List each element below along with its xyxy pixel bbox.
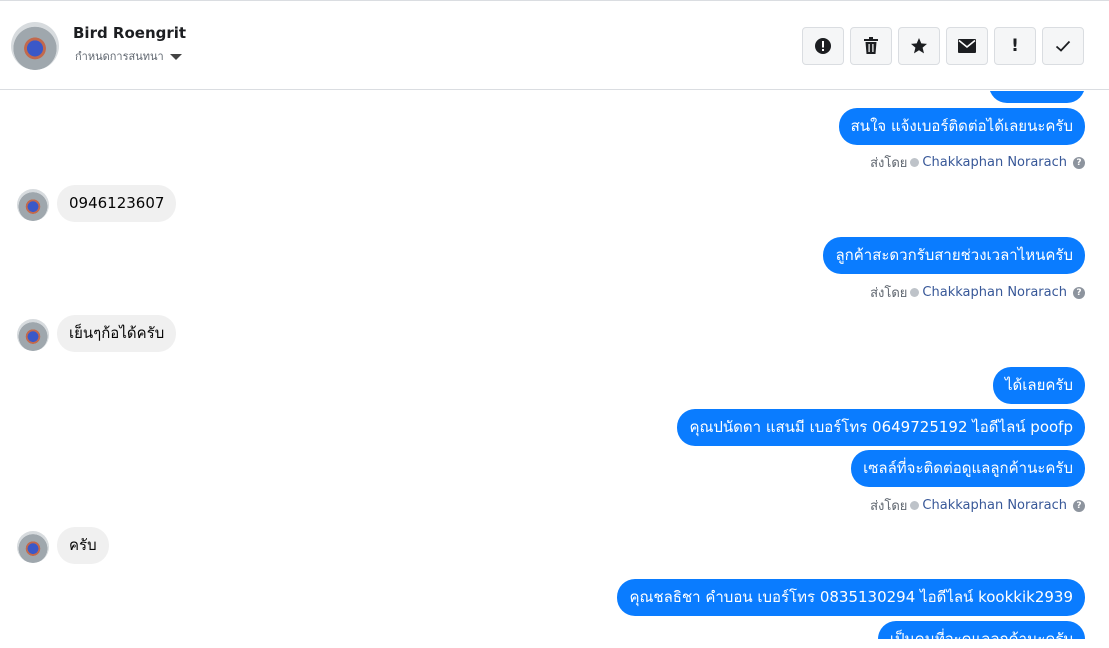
alert-circle-icon	[815, 38, 831, 54]
check-icon	[1055, 40, 1071, 52]
verified-check-icon	[910, 501, 920, 510]
incoming-message-bubble[interactable]: เย็นๆก้อได้ครับ	[57, 315, 177, 352]
outgoing-message-bubble[interactable]: คุณชลธิชา คำบอน เบอร์โทร 0835130294 ไอดี…	[617, 579, 1085, 616]
star-icon	[911, 38, 927, 54]
sent-by-label: ส่งโดย	[870, 499, 908, 514]
help-icon[interactable]: ?	[1073, 286, 1085, 299]
outgoing-message-bubble[interactable]: เซลล์ที่จะติดต่อดูแลลูกค้านะครับ	[851, 450, 1085, 487]
contact-name[interactable]: Bird Roengrit	[73, 24, 186, 42]
help-icon[interactable]: ?	[1073, 499, 1085, 512]
incoming-message-bubble[interactable]: 0946123607	[57, 185, 177, 222]
outgoing-message-bubble[interactable]: สนใจ แจ้งเบอร์ติดต่อได้เลยนะครับ	[838, 108, 1085, 145]
follow-up-button[interactable]: !	[994, 27, 1036, 65]
sent-by-label: ส่งโดย	[870, 286, 908, 301]
verified-check-icon	[910, 288, 920, 297]
sent-by-line: ส่งโดย Chakkaphan Norarach ?	[870, 282, 1085, 303]
caret-down-icon	[169, 53, 182, 60]
contact-avatar-small[interactable]	[17, 189, 49, 221]
help-icon[interactable]: ?	[1073, 156, 1085, 169]
report-spam-button[interactable]	[802, 27, 844, 65]
incoming-message-bubble[interactable]: ครับ	[57, 527, 109, 564]
sent-by-label: ส่งโดย	[870, 156, 908, 171]
conversation-toolbar: !	[802, 27, 1084, 65]
conversation-header: Bird Roengrit กำหนดการสนทนา !	[0, 0, 1109, 90]
mark-unread-button[interactable]	[946, 27, 988, 65]
star-button[interactable]	[898, 27, 940, 65]
exclamation-icon: !	[1011, 36, 1019, 56]
envelope-icon	[958, 39, 976, 53]
sent-by-line: ส่งโดย Chakkaphan Norarach ?	[870, 495, 1085, 516]
assign-conversation-label: กำหนดการสนทนา	[75, 50, 164, 63]
sender-name-link[interactable]: Chakkaphan Norarach	[922, 498, 1067, 513]
contact-avatar-small[interactable]	[17, 319, 49, 351]
outgoing-message-bubble[interactable]	[989, 91, 1085, 103]
outgoing-message-bubble[interactable]: ได้เลยครับ	[992, 367, 1085, 404]
contact-avatar[interactable]	[11, 22, 59, 70]
assign-conversation-dropdown[interactable]: กำหนดการสนทนา	[75, 47, 182, 65]
delete-button[interactable]	[850, 27, 892, 65]
contact-avatar-small[interactable]	[17, 531, 49, 563]
outgoing-message-bubble[interactable]: เป็นคนที่จะดูแลลูกค้านะครับ	[877, 621, 1085, 639]
outgoing-message-bubble[interactable]: คุณปนัดดา แสนมี เบอร์โทร 0649725192 ไอดี…	[677, 409, 1085, 446]
sent-by-line: ส่งโดย Chakkaphan Norarach ?	[870, 152, 1085, 173]
outgoing-message-bubble[interactable]: ลูกค้าสะดวกรับสายช่วงเวลาไหนครับ	[823, 237, 1085, 274]
sender-name-link[interactable]: Chakkaphan Norarach	[922, 155, 1067, 170]
sender-name-link[interactable]: Chakkaphan Norarach	[922, 285, 1067, 300]
message-thread[interactable]: สนใจ แจ้งเบอร์ติดต่อได้เลยนะครับ ส่งโดย …	[0, 91, 1109, 639]
verified-check-icon	[910, 158, 920, 167]
mark-done-button[interactable]	[1042, 27, 1084, 65]
trash-icon	[864, 37, 878, 54]
